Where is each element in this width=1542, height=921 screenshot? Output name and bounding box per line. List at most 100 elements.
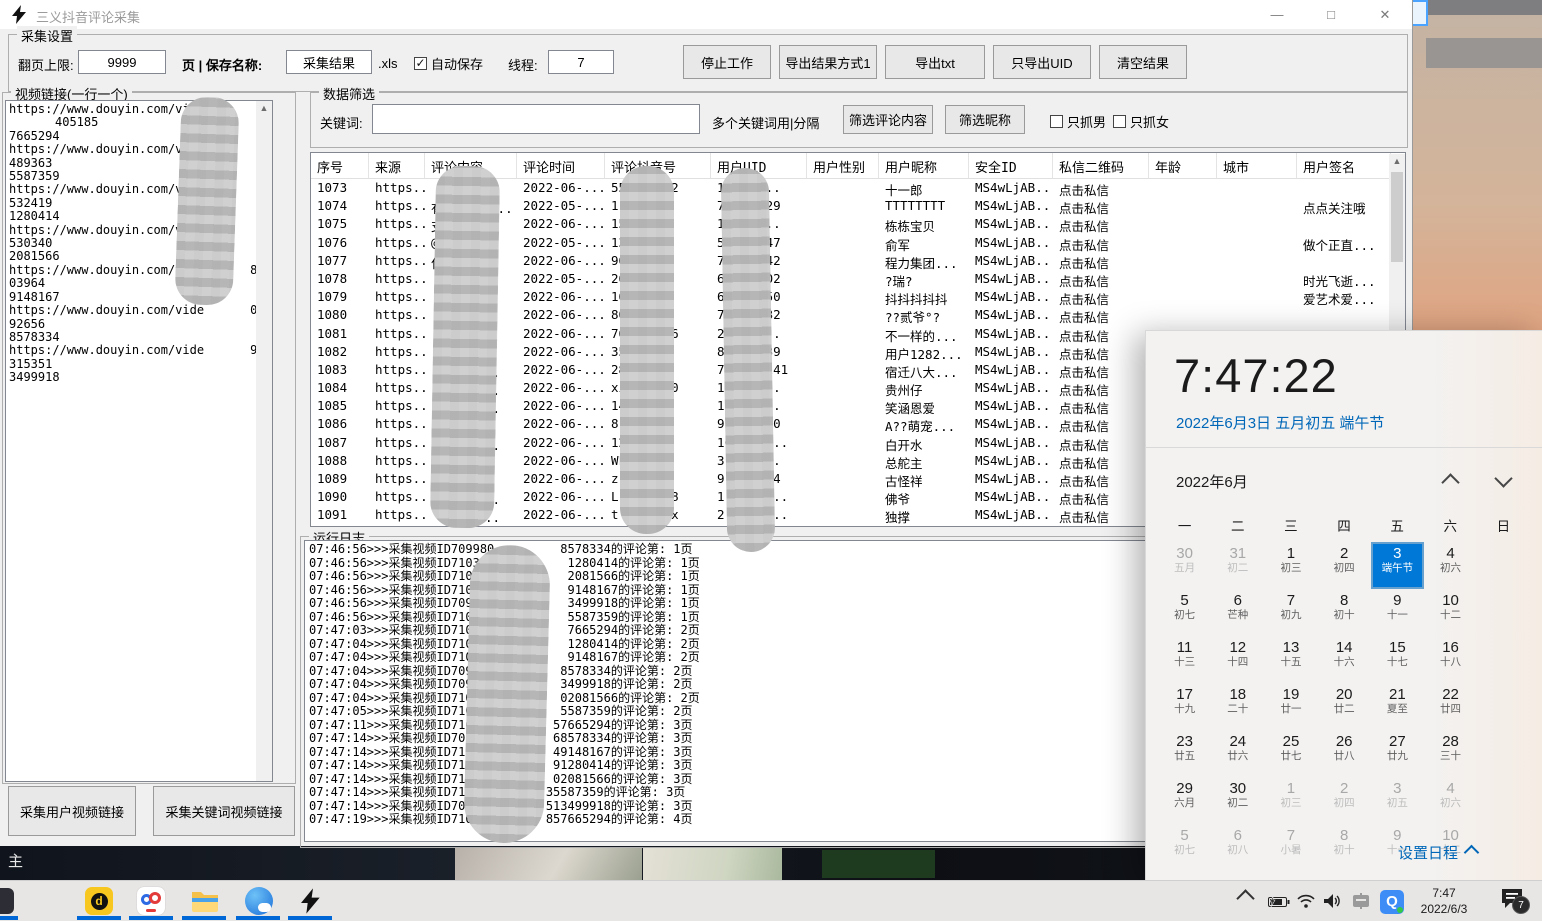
calendar-day[interactable]: 2初四 — [1318, 542, 1371, 589]
screen: 主 三义抖音评论采集 — □ ✕ 采集设置 翻页上限: 9999 页 | 保存名… — [0, 0, 1542, 921]
calendar-day[interactable]: 9十一 — [1371, 589, 1424, 636]
calendar-day[interactable]: 24廿六 — [1211, 730, 1264, 777]
baidu-netdisk-icon[interactable] — [136, 886, 166, 916]
collect-user-videos-button[interactable]: 采集用户视频链接 — [8, 786, 136, 836]
scroll-thumb[interactable] — [1391, 172, 1403, 262]
calendar-day[interactable]: 10十二 — [1424, 589, 1477, 636]
speaker-icon[interactable] — [1324, 894, 1342, 908]
calendar-day[interactable]: 25廿七 — [1264, 730, 1317, 777]
calendar-day[interactable]: 22廿四 — [1424, 683, 1477, 730]
minimize-button[interactable]: — — [1262, 4, 1292, 26]
qq-browser-icon[interactable] — [244, 886, 274, 916]
column-header[interactable]: 私信二维码 — [1053, 153, 1149, 178]
douyin-tool-icon[interactable]: d — [84, 886, 114, 916]
column-header[interactable]: 用户性别 — [807, 153, 879, 178]
export-mode1-button[interactable]: 导出结果方式1 — [779, 45, 877, 79]
calendar-day[interactable]: 28三十 — [1424, 730, 1477, 777]
tray-chevron-icon[interactable] — [1239, 892, 1252, 905]
stop-work-button[interactable]: 停止工作 — [683, 45, 771, 79]
calendar-day-selected[interactable]: 3端午节 — [1371, 542, 1424, 589]
table-cell — [807, 361, 879, 379]
calendar-day[interactable]: 5初七 — [1158, 589, 1211, 636]
female-only-checkbox[interactable]: 只抓女 — [1113, 112, 1169, 131]
calendar-day[interactable]: 30五月 — [1158, 542, 1211, 589]
export-uid-button[interactable]: 只导出UID — [993, 45, 1091, 79]
calendar-day[interactable]: 27廿九 — [1371, 730, 1424, 777]
calendar-day[interactable]: 6芒种 — [1211, 589, 1264, 636]
calendar-day[interactable]: 12十四 — [1211, 636, 1264, 683]
log-line-post: 1280414的评论第: 1页 — [568, 556, 700, 570]
column-header[interactable]: 用户签名 — [1297, 153, 1391, 178]
calendar-day[interactable]: 2初四 — [1318, 777, 1371, 824]
keyword-input[interactable] — [372, 104, 700, 134]
column-header[interactable]: 城市 — [1217, 153, 1297, 178]
battery-icon[interactable] — [1268, 896, 1290, 908]
calendar-day[interactable]: 6初八 — [1211, 824, 1264, 871]
thread-input[interactable]: 7 — [548, 50, 614, 74]
calendar-day[interactable]: 7小暑 — [1264, 824, 1317, 871]
male-only-checkbox[interactable]: 只抓男 — [1050, 112, 1106, 131]
calendar-day[interactable]: 5初七 — [1158, 824, 1211, 871]
collect-keyword-videos-button[interactable]: 采集关键词视频链接 — [153, 786, 295, 836]
scroll-up-icon[interactable]: ▲ — [256, 101, 272, 115]
calendar-day[interactable]: 4初六 — [1424, 542, 1477, 589]
page-limit-input[interactable]: 9999 — [78, 50, 166, 74]
video-link-pre: https://www.douyin.com/vide — [9, 343, 204, 357]
calendar-day[interactable]: 7初九 — [1264, 589, 1317, 636]
column-header[interactable]: 年龄 — [1149, 153, 1217, 178]
calendar-prev-button[interactable] — [1444, 476, 1457, 494]
autosave-checkbox[interactable]: ✓ 自动保存 — [414, 54, 483, 73]
column-header[interactable]: 评论时间 — [517, 153, 605, 178]
filter-nickname-button[interactable]: 筛选昵称 — [945, 105, 1025, 134]
wifi-icon[interactable] — [1297, 894, 1315, 908]
calendar-day[interactable]: 31初二 — [1211, 542, 1264, 589]
clear-results-button[interactable]: 清空结果 — [1099, 45, 1187, 79]
calendar-day[interactable]: 23廿五 — [1158, 730, 1211, 777]
calendar-day[interactable]: 11十三 — [1158, 636, 1211, 683]
calendar-month-label[interactable]: 2022年6月 — [1176, 471, 1248, 492]
file-explorer-icon[interactable] — [190, 886, 220, 916]
day-number: 3 — [1371, 780, 1424, 797]
maximize-button[interactable]: □ — [1316, 4, 1346, 26]
table-cell: 1088 — [311, 452, 369, 470]
ime-icon[interactable] — [1352, 893, 1370, 909]
calendar-day[interactable]: 1初三 — [1264, 777, 1317, 824]
column-header[interactable]: 安全ID — [969, 153, 1053, 178]
schedule-link[interactable]: 设置日程 — [1398, 842, 1477, 863]
calendar-day[interactable]: 8初十 — [1318, 589, 1371, 636]
calendar-day[interactable]: 21夏至 — [1371, 683, 1424, 730]
lightning-app-icon[interactable] — [296, 886, 326, 916]
calendar-day[interactable]: 26廿八 — [1318, 730, 1371, 777]
filter-comment-button[interactable]: 筛选评论内容 — [843, 105, 933, 134]
calendar-day[interactable]: 17十九 — [1158, 683, 1211, 730]
links-scrollbar[interactable]: ▲ — [256, 101, 272, 781]
save-name-input[interactable]: 采集结果 — [286, 50, 372, 74]
calendar-day[interactable]: 14十六 — [1318, 636, 1371, 683]
table-cell — [1149, 234, 1217, 252]
partial-app-icon[interactable] — [0, 886, 16, 916]
calendar-next-button[interactable] — [1497, 472, 1510, 490]
calendar-day[interactable]: 29六月 — [1158, 777, 1211, 824]
calendar-day[interactable]: 13十五 — [1264, 636, 1317, 683]
clock-date-link[interactable]: 2022年6月3日 五月初五 端午节 — [1176, 412, 1384, 433]
column-header[interactable]: 用户昵称 — [879, 153, 969, 178]
close-button[interactable]: ✕ — [1370, 4, 1400, 26]
column-header[interactable]: 来源 — [369, 153, 425, 178]
scroll-up-icon[interactable]: ▲ — [1389, 154, 1405, 168]
calendar-day[interactable]: 20廿二 — [1318, 683, 1371, 730]
calendar-day[interactable]: 8初十 — [1318, 824, 1371, 871]
calendar-day[interactable]: 30初二 — [1211, 777, 1264, 824]
column-header[interactable]: 序号 — [311, 153, 369, 178]
calendar-day[interactable]: 18二十 — [1211, 683, 1264, 730]
calendar-day[interactable]: 15十七 — [1371, 636, 1424, 683]
tray-clock[interactable]: 7:47 2022/6/3 — [1408, 885, 1480, 917]
calendar-day[interactable]: 1初三 — [1264, 542, 1317, 589]
table-cell: MS4wLjAB... — [969, 434, 1053, 452]
export-txt-button[interactable]: 导出txt — [885, 45, 985, 79]
notification-icon[interactable]: 7 — [1500, 888, 1524, 910]
calendar-day[interactable]: 4初六 — [1424, 777, 1477, 824]
calendar-day[interactable]: 3初五 — [1371, 777, 1424, 824]
calendar-day[interactable]: 16十八 — [1424, 636, 1477, 683]
calendar-day[interactable]: 19廿一 — [1264, 683, 1317, 730]
qq-tray-icon[interactable]: Q — [1380, 890, 1404, 914]
